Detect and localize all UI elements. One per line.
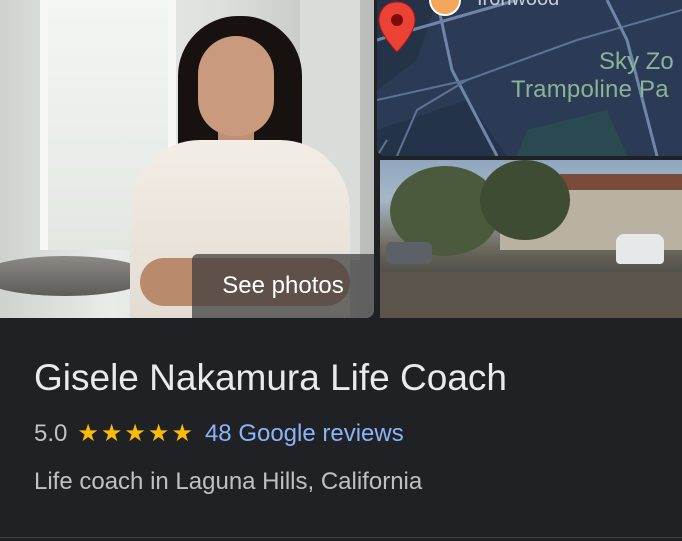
star-icon: ★ xyxy=(124,420,146,447)
business-category: Life coach in Laguna Hills, California xyxy=(34,468,423,495)
landscaping xyxy=(380,272,682,318)
parked-car-dark xyxy=(386,242,432,264)
map-thumbnail[interactable]: Ironwood Sky Zo Trampoline Pa xyxy=(377,0,682,156)
see-photos-button[interactable]: See photos xyxy=(192,254,374,318)
map-place-label-top: Sky Zo xyxy=(599,48,674,75)
reviews-link[interactable]: 48 Google reviews xyxy=(205,419,404,449)
map-pin-icon xyxy=(378,1,416,53)
street-view-photo[interactable] xyxy=(380,160,682,318)
see-photos-label: See photos xyxy=(222,272,344,299)
divider xyxy=(0,537,682,538)
business-name: Gisele Nakamura Life Coach xyxy=(34,357,507,398)
star-icon: ★ xyxy=(171,420,193,447)
building-roof xyxy=(560,174,682,190)
star-icon: ★ xyxy=(100,420,123,447)
main-business-photo[interactable]: See photos xyxy=(0,0,374,318)
parked-car-white xyxy=(616,234,664,264)
map-place-label: Trampoline Pa xyxy=(511,76,669,103)
photo-grid: See photos Ironwood Sky Zo Trampoline Pa xyxy=(0,0,682,318)
star-icon: ★ xyxy=(147,420,170,447)
tree-2 xyxy=(480,160,570,240)
rating-row: 5.0 ★ ★ ★ ★ ★ 48 Google reviews xyxy=(34,419,662,449)
business-info: Gisele Nakamura Life Coach 5.0 ★ ★ ★ ★ ★… xyxy=(34,356,662,497)
table-background xyxy=(0,256,150,296)
rating-value: 5.0 xyxy=(34,420,68,447)
map-street-label: Ironwood xyxy=(477,0,559,11)
person-face xyxy=(198,36,274,136)
star-icon: ★ xyxy=(77,420,99,447)
star-rating: ★ ★ ★ ★ ★ xyxy=(77,422,193,446)
